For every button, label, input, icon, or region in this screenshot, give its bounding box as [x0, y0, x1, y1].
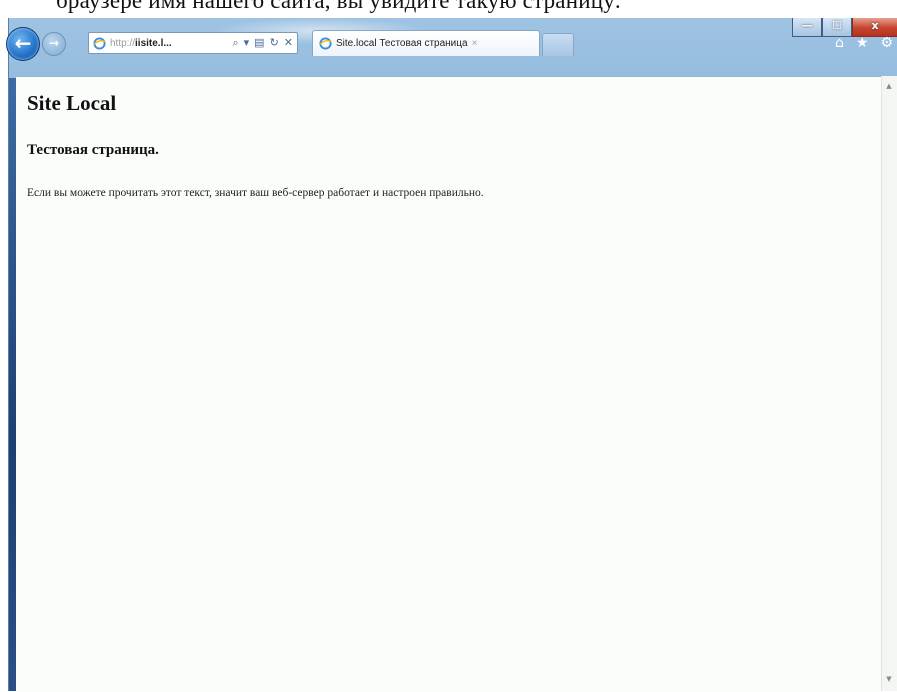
minimize-button[interactable]: — [792, 18, 822, 37]
caption-text: браузере имя нашего сайта, вы увидите та… [56, 0, 622, 13]
ie-logo-icon [93, 36, 106, 50]
gear-icon[interactable]: ⚙ [880, 35, 893, 51]
url-prefix: http:// [110, 37, 136, 49]
favorites-star-icon[interactable]: ★ [856, 35, 869, 51]
caption-strip: браузере имя нашего сайта, вы увидите та… [0, 0, 897, 20]
home-icon[interactable]: ⌂ [835, 35, 844, 51]
refresh-icon[interactable]: ↻ [270, 33, 279, 53]
url-host: iisite.l... [135, 37, 172, 49]
stop-icon[interactable]: ✕ [284, 33, 293, 53]
page-title: Site Local [27, 91, 117, 115]
page-paragraph: Если вы можете прочитать этот текст, зна… [27, 187, 484, 199]
tab-site-local[interactable]: Site.local Тестовая страница × [312, 30, 540, 56]
address-tools: ⌕ ▾ ▤ ↻ ✕ [232, 33, 297, 53]
back-button[interactable]: ← [6, 27, 40, 61]
tab-favicon-icon [319, 37, 332, 50]
new-tab-button[interactable] [542, 33, 574, 56]
tab-close-icon[interactable]: × [472, 38, 478, 49]
page-content [16, 76, 882, 692]
dropdown-icon[interactable]: ▾ [244, 33, 250, 53]
command-icons: ⌂ ★ ⚙ [835, 35, 893, 51]
forward-button[interactable]: → [42, 32, 66, 56]
vertical-scrollbar[interactable]: ▲ ▼ [881, 76, 897, 691]
page-subtitle: Тестовая страница. [27, 142, 159, 158]
scroll-down-icon[interactable]: ▼ [884, 675, 894, 683]
address-bar[interactable]: http:// iisite.l... ⌕ ▾ ▤ ↻ ✕ [88, 32, 298, 54]
scroll-up-icon[interactable]: ▲ [884, 82, 894, 90]
compatibility-view-icon[interactable]: ▤ [254, 33, 264, 53]
search-icon[interactable]: ⌕ [232, 33, 238, 53]
tab-title: Site.local Тестовая страница [336, 38, 468, 49]
